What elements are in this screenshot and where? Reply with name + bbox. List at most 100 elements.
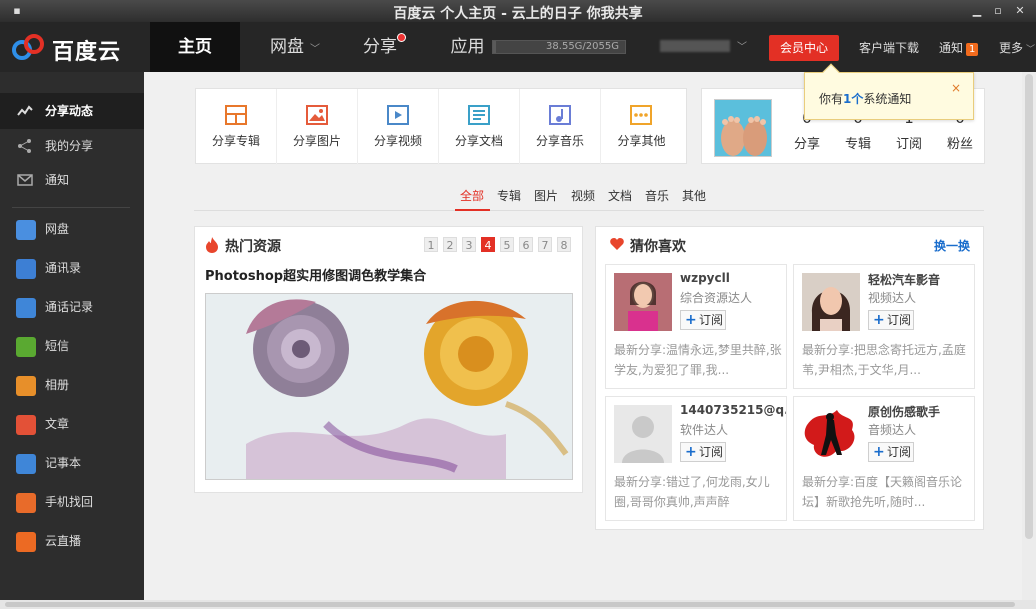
sidebar-app-label: 手机找回 — [45, 495, 94, 509]
page-button[interactable]: 3 — [462, 237, 476, 252]
guess-you-like-card: 猜你喜欢 换一换 wzpycll 综合资源达人 + 订阅 最新分享:温情永远,梦里… — [595, 226, 984, 530]
share-music-button[interactable]: 分享音乐 — [520, 89, 601, 165]
mail-icon — [17, 174, 33, 186]
portrait-image — [614, 273, 672, 331]
share-album-button[interactable]: 分享专辑 — [196, 89, 277, 165]
horizontal-scrollbar-thumb[interactable] — [5, 602, 1015, 607]
sidebar-app-contacts[interactable]: 通讯录 — [0, 249, 144, 288]
horizontal-scrollbar[interactable] — [0, 600, 1036, 609]
notification-link[interactable]: 通知 1 — [939, 39, 979, 56]
tab-share[interactable]: 分享 — [345, 22, 415, 72]
maximize-icon[interactable]: ▫ — [992, 5, 1004, 17]
subscribe-button[interactable]: + 订阅 — [868, 310, 914, 330]
vertical-scrollbar[interactable] — [1022, 72, 1036, 600]
refresh-suggestions-button[interactable]: 换一换 — [934, 237, 970, 254]
share-new-dot — [397, 33, 406, 42]
tab-netdisk[interactable]: 网盘 ﹀ — [255, 22, 335, 72]
user-chevron-down-icon[interactable]: ﹀ — [737, 38, 747, 53]
share-image-button[interactable]: 分享图片 — [277, 89, 358, 165]
filter-video[interactable]: 视频 — [571, 187, 595, 204]
suggested-user-card[interactable]: wzpycll 综合资源达人 + 订阅 最新分享:温情永远,梦里共醉,张学友,为爱… — [605, 264, 787, 389]
suggested-user-card[interactable]: 轻松汽车影音 视频达人 + 订阅 最新分享:把思念寄托远方,孟庭苇,尹相杰,于文华… — [793, 264, 975, 389]
system-notice-popup: 你有1个系统通知 × — [804, 63, 974, 120]
client-download-link[interactable]: 客户端下载 — [859, 39, 919, 56]
avatar[interactable] — [614, 405, 672, 463]
filter-music[interactable]: 音乐 — [645, 187, 669, 204]
filter-all[interactable]: 全部 — [460, 187, 484, 204]
vertical-scrollbar-thumb[interactable] — [1025, 74, 1033, 539]
tab-apps[interactable]: 应用 — [440, 22, 495, 72]
share-icon — [18, 139, 31, 153]
share-document-button[interactable]: 分享文档 — [439, 89, 520, 165]
sidebar-item-share-feed[interactable]: 分享动态 — [0, 93, 144, 129]
suggested-user-name[interactable]: 1440735215@q... — [680, 403, 786, 417]
share-video-button[interactable]: 分享视频 — [358, 89, 439, 165]
page-button[interactable]: 2 — [443, 237, 457, 252]
more-chevron-down-icon: ﹀ — [1026, 45, 1036, 55]
suggested-user-name[interactable]: 轻松汽车影音 — [868, 271, 974, 288]
filter-document[interactable]: 文档 — [608, 187, 632, 204]
avatar[interactable] — [614, 273, 672, 331]
stat-subscribe-label[interactable]: 订阅 — [889, 133, 929, 152]
sidebar-app-live[interactable]: 云直播 — [0, 522, 144, 561]
close-icon[interactable]: ✕ — [1014, 5, 1026, 17]
avatar[interactable] — [802, 273, 860, 331]
sidebar-app-sms[interactable]: 短信 — [0, 327, 144, 366]
stat-share-label[interactable]: 分享 — [787, 133, 827, 152]
suggested-user-name[interactable]: wzpycll — [680, 271, 786, 285]
baidu-cloud-logo[interactable]: 百度云 — [10, 30, 140, 65]
suggested-user-card[interactable]: 原创伤感歌手 音频达人 + 订阅 最新分享:百度【天籁阁音乐论坛】新歌抢先听,随时… — [793, 396, 975, 521]
notice-text[interactable]: 你有1个系统通知 — [819, 90, 911, 107]
filter-album[interactable]: 专辑 — [497, 187, 521, 204]
suggested-user-card[interactable]: 1440735215@q... 软件达人 + 订阅 最新分享:错过了,何龙雨,女儿… — [605, 396, 787, 521]
close-icon[interactable]: × — [951, 81, 961, 95]
user-avatar[interactable] — [714, 99, 772, 157]
stat-fans-label[interactable]: 粉丝 — [940, 133, 980, 152]
filter-other[interactable]: 其他 — [682, 187, 706, 204]
page-button[interactable]: 5 — [500, 237, 514, 252]
notice-count[interactable]: 1个 — [843, 92, 863, 106]
page-button[interactable]: 1 — [424, 237, 438, 252]
photo-album-icon — [16, 376, 36, 396]
stat-album-label[interactable]: 专辑 — [838, 133, 878, 152]
plus-icon: + — [685, 312, 697, 328]
page-button-active[interactable]: 4 — [481, 237, 495, 252]
share-other-button[interactable]: 分享其他 — [601, 89, 682, 165]
avatar[interactable] — [802, 405, 860, 463]
more-menu-link[interactable]: 更多 ﹀ — [999, 39, 1035, 56]
sidebar-app-article[interactable]: 文章 — [0, 405, 144, 444]
suggested-user-role: 软件达人 — [680, 423, 729, 437]
hot-resource-title-link[interactable]: Photoshop超实用修图调色教学集合 — [205, 265, 426, 284]
phone-icon — [16, 298, 36, 318]
subscribe-label: 订阅 — [887, 445, 912, 459]
vip-center-button[interactable]: 会员中心 — [769, 35, 839, 61]
share-type-label: 分享视频 — [373, 134, 422, 148]
sidebar-item-notice[interactable]: 通知 — [0, 162, 144, 198]
latest-share-text: 最新分享:温情永远,梦里共醉,张学友,为爱犯了罪,我... — [614, 343, 782, 377]
tab-home[interactable]: 主页 — [150, 22, 240, 72]
sidebar-app-find-phone[interactable]: 手机找回 — [0, 483, 144, 522]
latest-share-text: 最新分享:错过了,何龙雨,女儿圈,哥哥你真帅,声声醉 — [614, 475, 770, 509]
feed-filter-tabs: 全部 专辑 图片 视频 文档 音乐 其他 — [194, 181, 984, 211]
plus-icon: + — [873, 444, 885, 460]
hot-resource-image[interactable] — [205, 293, 573, 480]
subscribe-button[interactable]: + 订阅 — [680, 442, 726, 462]
username-blurred[interactable] — [660, 40, 730, 52]
sidebar-app-label: 网盘 — [45, 222, 70, 236]
subscribe-button[interactable]: + 订阅 — [868, 442, 914, 462]
sidebar-app-notepad[interactable]: 记事本 — [0, 444, 144, 483]
sidebar-app-call-log[interactable]: 通话记录 — [0, 288, 144, 327]
page-button[interactable]: 8 — [557, 237, 571, 252]
page-button[interactable]: 6 — [519, 237, 533, 252]
guess-you-like-title: 猜你喜欢 — [630, 239, 686, 255]
page-button[interactable]: 7 — [538, 237, 552, 252]
sidebar-item-my-share[interactable]: 我的分享 — [0, 128, 144, 164]
sidebar-app-album[interactable]: 相册 — [0, 366, 144, 405]
chevron-down-icon: ﹀ — [310, 44, 320, 55]
minimize-icon[interactable]: ▁ — [971, 5, 983, 17]
filter-image[interactable]: 图片 — [534, 187, 558, 204]
window-titlebar: ▪ 百度云 个人主页 - 云上的日子 你我共享 ▁ ▫ ✕ — [0, 0, 1036, 22]
subscribe-button[interactable]: + 订阅 — [680, 310, 726, 330]
sidebar-app-netdisk[interactable]: 网盘 — [0, 210, 144, 249]
suggested-user-name[interactable]: 原创伤感歌手 — [868, 403, 974, 420]
